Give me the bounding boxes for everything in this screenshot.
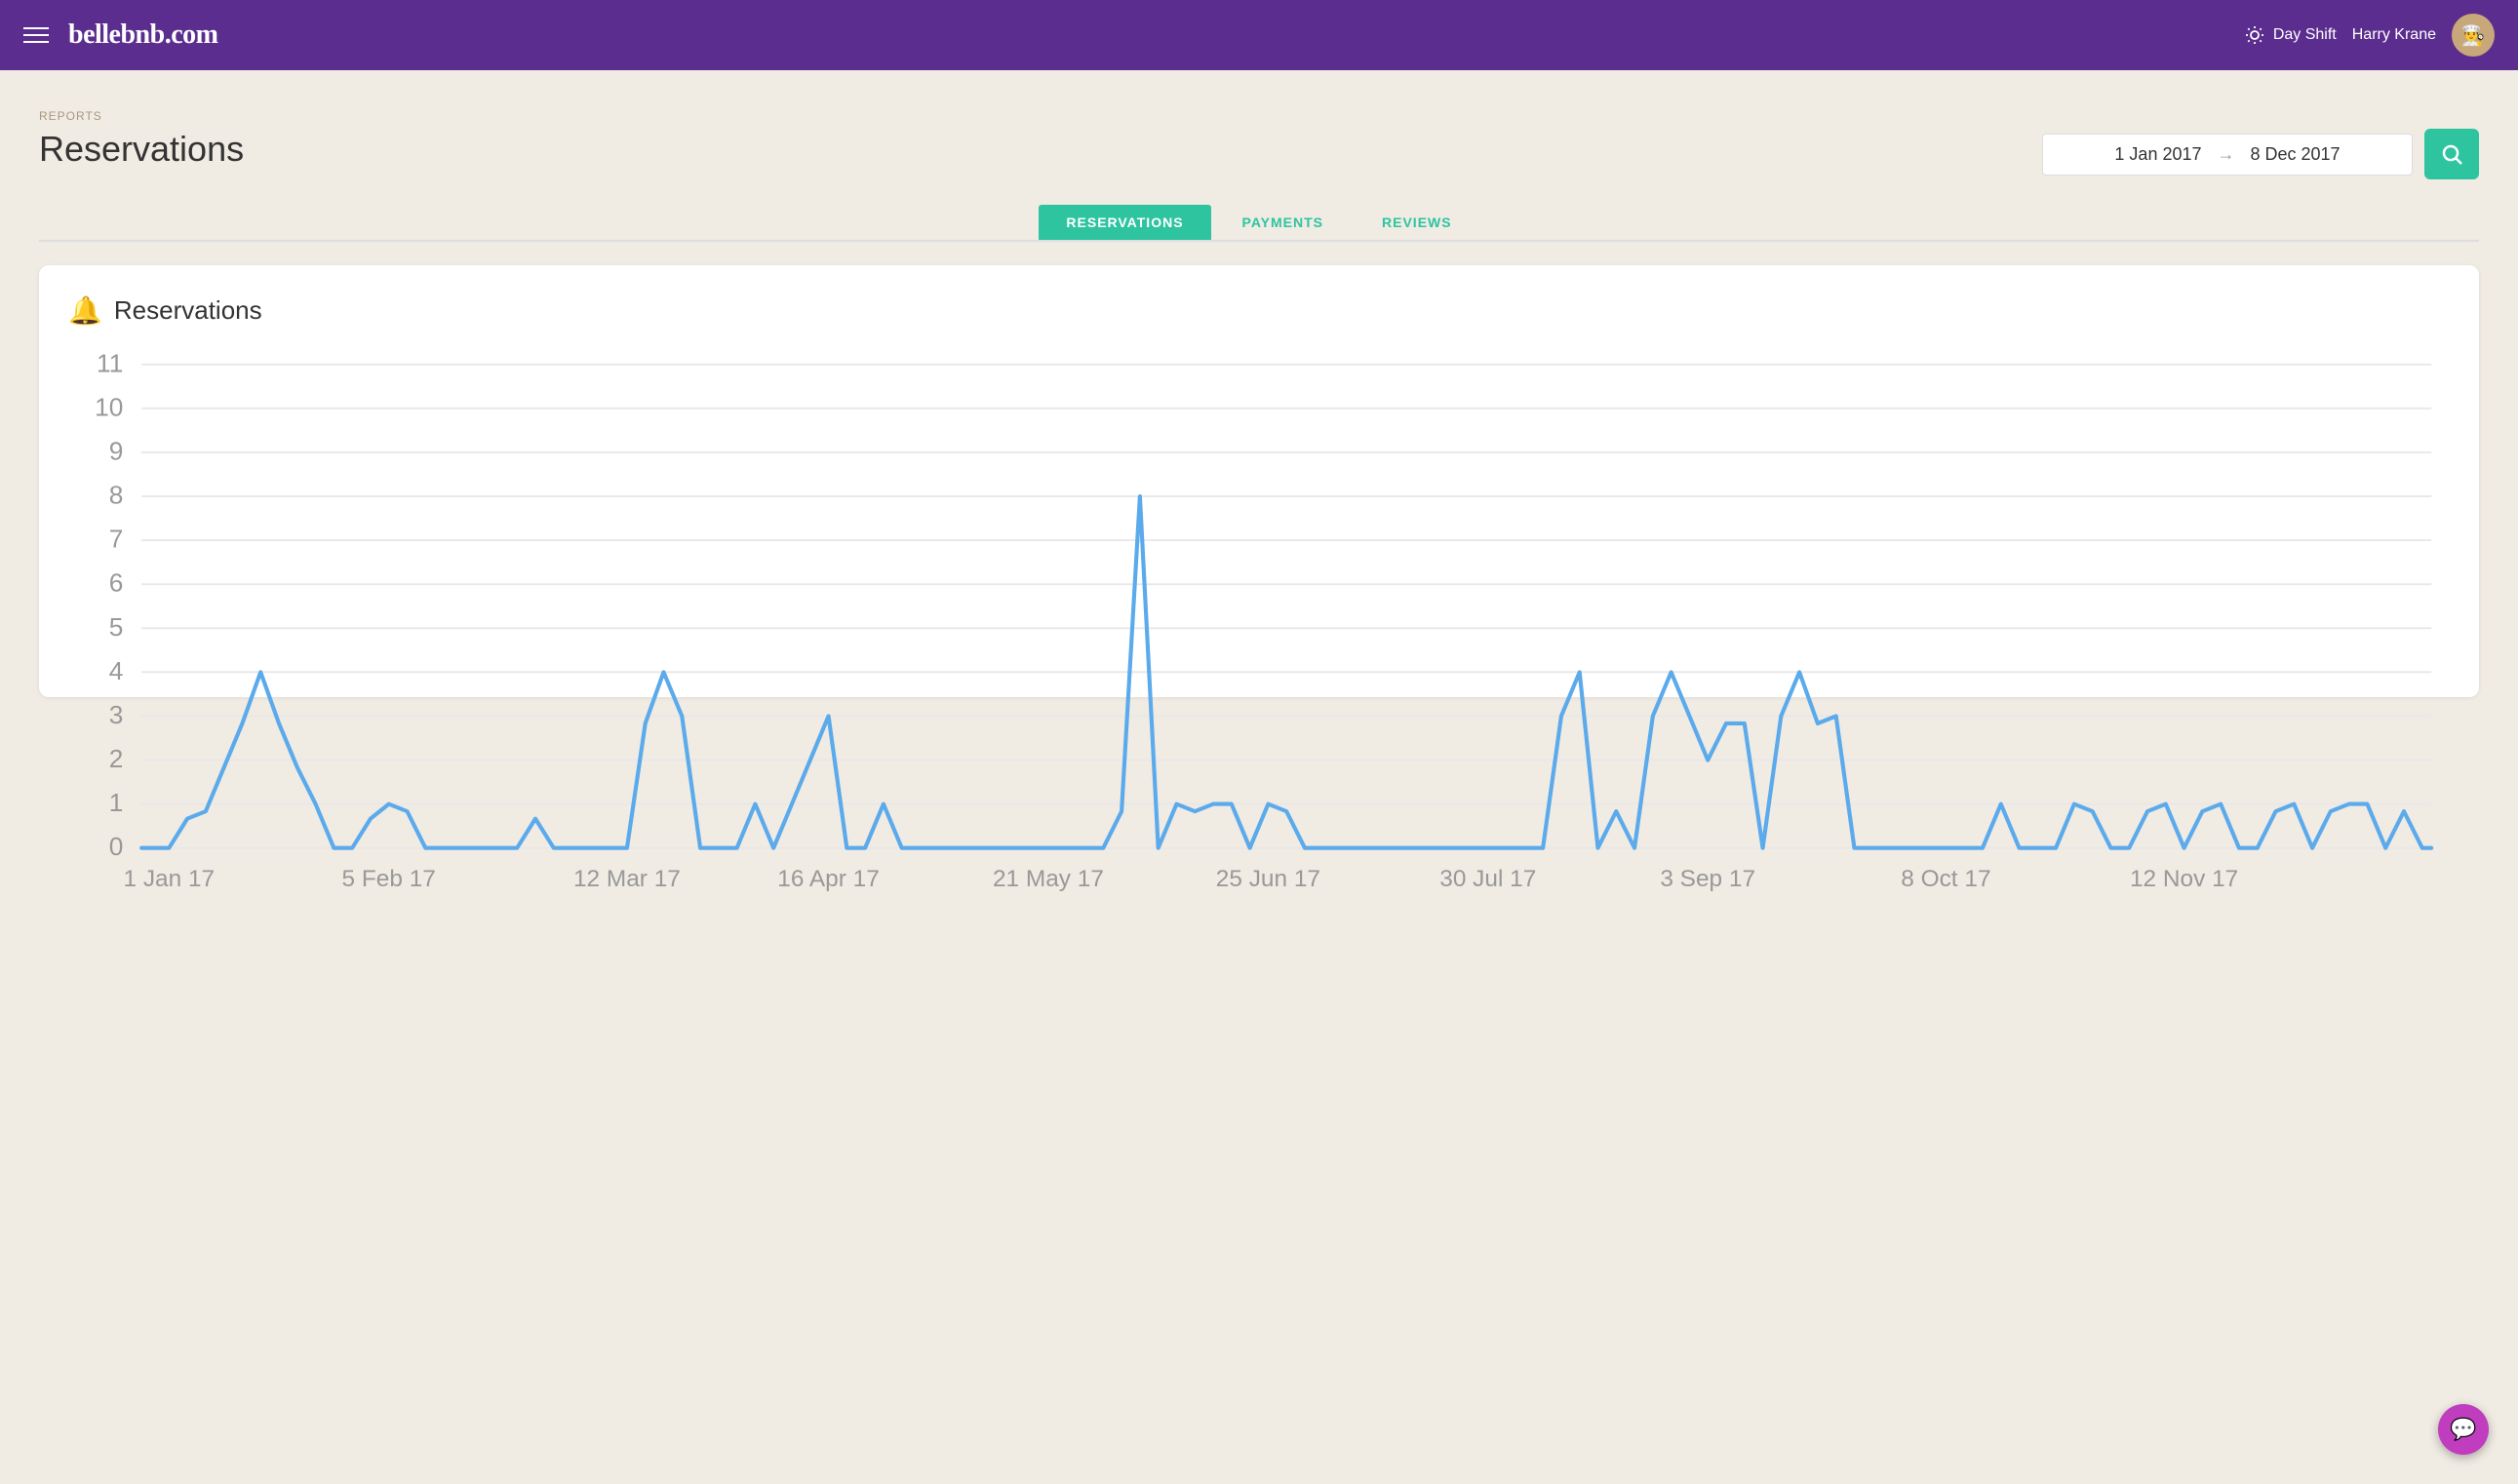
day-shift-label: Day Shift	[2273, 26, 2337, 44]
search-icon	[2440, 142, 2463, 166]
tabs-row: RESERVATIONS PAYMENTS REVIEWS	[39, 205, 2479, 242]
svg-text:0: 0	[109, 832, 124, 861]
svg-text:16 Apr 17: 16 Apr 17	[777, 866, 880, 892]
page-header: REPORTS Reservations	[39, 109, 244, 170]
svg-text:4: 4	[109, 656, 124, 685]
chart-title: Reservations	[114, 295, 262, 326]
svg-text:6: 6	[109, 568, 124, 598]
tab-reservations[interactable]: RESERVATIONS	[1039, 205, 1210, 240]
controls-row: 1 Jan 2017 → 8 Dec 2017	[2042, 129, 2479, 179]
search-button[interactable]	[2424, 129, 2479, 179]
svg-text:2: 2	[109, 744, 124, 773]
day-shift-icon	[2244, 24, 2265, 46]
user-name: Harry Krane	[2352, 26, 2436, 44]
svg-text:30 Jul 17: 30 Jul 17	[1439, 866, 1536, 892]
svg-text:11: 11	[97, 348, 123, 377]
chat-icon: 💬	[2450, 1417, 2476, 1442]
chart-card: 🔔 Reservations 0 1 2	[39, 265, 2479, 697]
svg-text:1 Jan 17: 1 Jan 17	[123, 866, 215, 892]
tab-reviews[interactable]: REVIEWS	[1355, 205, 1479, 240]
app-header: bellebnb.com Day Shift Harry Krane 👨‍🍳	[0, 0, 2518, 70]
avatar[interactable]: 👨‍🍳	[2452, 14, 2495, 57]
date-end: 8 Dec 2017	[2251, 144, 2341, 165]
svg-text:9: 9	[109, 436, 124, 465]
chart-svg: 0 1 2 3 4 5 6 7 8 9 10 11 1 Jan 17 5 Feb…	[68, 346, 2450, 896]
date-start: 1 Jan 2017	[2114, 144, 2201, 165]
logo: bellebnb.com	[68, 20, 217, 51]
svg-text:10: 10	[95, 392, 123, 421]
chat-button[interactable]: 💬	[2438, 1404, 2489, 1455]
svg-text:5 Feb 17: 5 Feb 17	[342, 866, 436, 892]
svg-text:7: 7	[109, 525, 124, 554]
breadcrumb: REPORTS	[39, 109, 244, 123]
page-title: Reservations	[39, 129, 244, 170]
svg-text:12 Nov 17: 12 Nov 17	[2130, 866, 2238, 892]
chart-area: 0 1 2 3 4 5 6 7 8 9 10 11 1 Jan 17 5 Feb…	[68, 346, 2450, 678]
svg-text:25 Jun 17: 25 Jun 17	[1216, 866, 1320, 892]
bell-icon: 🔔	[68, 294, 102, 327]
svg-text:21 May 17: 21 May 17	[993, 866, 1104, 892]
svg-text:8 Oct 17: 8 Oct 17	[1901, 866, 1990, 892]
svg-text:8: 8	[109, 481, 124, 510]
svg-text:12 Mar 17: 12 Mar 17	[573, 866, 681, 892]
main-content: REPORTS Reservations 1 Jan 2017 → 8 Dec …	[0, 70, 2518, 717]
tab-payments[interactable]: PAYMENTS	[1215, 205, 1351, 240]
svg-text:3 Sep 17: 3 Sep 17	[1660, 866, 1755, 892]
svg-text:5: 5	[109, 612, 124, 642]
chart-header: 🔔 Reservations	[68, 294, 2450, 327]
date-arrow-icon: →	[2218, 144, 2235, 165]
date-range-picker[interactable]: 1 Jan 2017 → 8 Dec 2017	[2042, 134, 2413, 176]
day-shift-toggle[interactable]: Day Shift	[2244, 24, 2337, 46]
svg-text:1: 1	[109, 788, 124, 817]
svg-text:3: 3	[109, 700, 124, 729]
menu-button[interactable]	[23, 27, 49, 43]
